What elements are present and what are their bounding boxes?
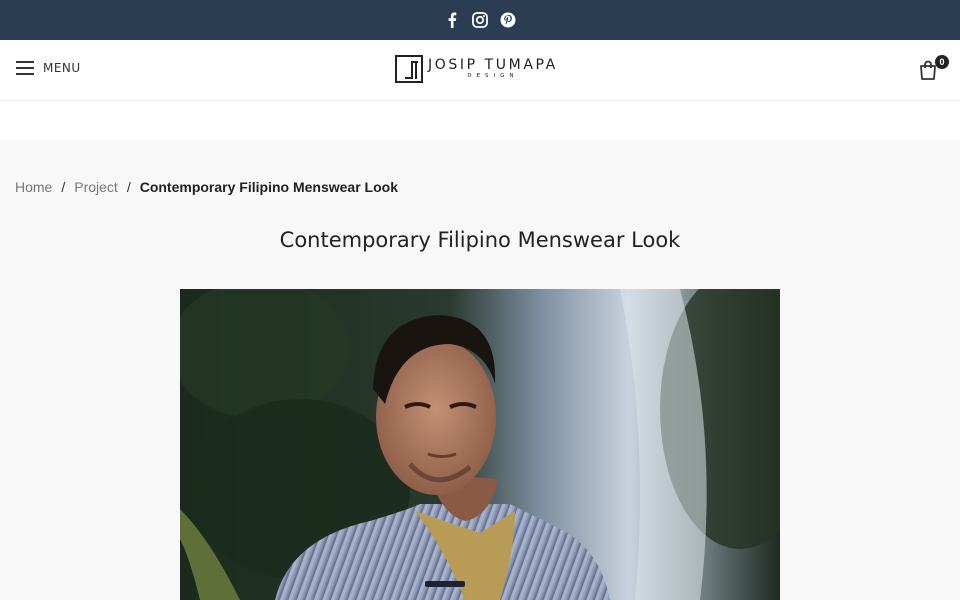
page-content: Home / Project / Contemporary Filipino M…: [0, 140, 960, 600]
breadcrumb-current: Contemporary Filipino Menswear Look: [139, 179, 398, 195]
site-header: MENU JOSIP TUMAPA DESIGN 0: [0, 40, 960, 101]
header-spacer: [0, 101, 960, 140]
project-photo-image: [180, 289, 780, 600]
hamburger-icon: [16, 61, 34, 75]
logo-mark-icon: [395, 55, 423, 83]
page-title: Contemporary Filipino Menswear Look: [279, 228, 681, 252]
menu-label: MENU: [43, 61, 81, 75]
cart-count-badge: 0: [935, 55, 949, 69]
facebook-icon[interactable]: [443, 11, 461, 29]
instagram-icon[interactable]: [471, 11, 489, 29]
logo-name: JOSIP TUMAPA: [428, 57, 558, 74]
pinterest-icon[interactable]: [499, 11, 517, 29]
logo-subtitle: DESIGN: [467, 73, 519, 80]
site-logo[interactable]: JOSIP TUMAPA DESIGN: [395, 55, 558, 83]
breadcrumb-separator: /: [126, 179, 131, 195]
menu-button[interactable]: MENU: [16, 61, 81, 75]
breadcrumb-home-link[interactable]: Home: [15, 179, 52, 195]
cart-button[interactable]: 0: [918, 55, 949, 82]
project-photo[interactable]: [180, 289, 780, 600]
top-bar: [0, 0, 960, 40]
breadcrumb-separator: /: [61, 179, 66, 195]
breadcrumb: Home / Project / Contemporary Filipino M…: [15, 179, 398, 195]
breadcrumb-project-link[interactable]: Project: [74, 179, 118, 195]
